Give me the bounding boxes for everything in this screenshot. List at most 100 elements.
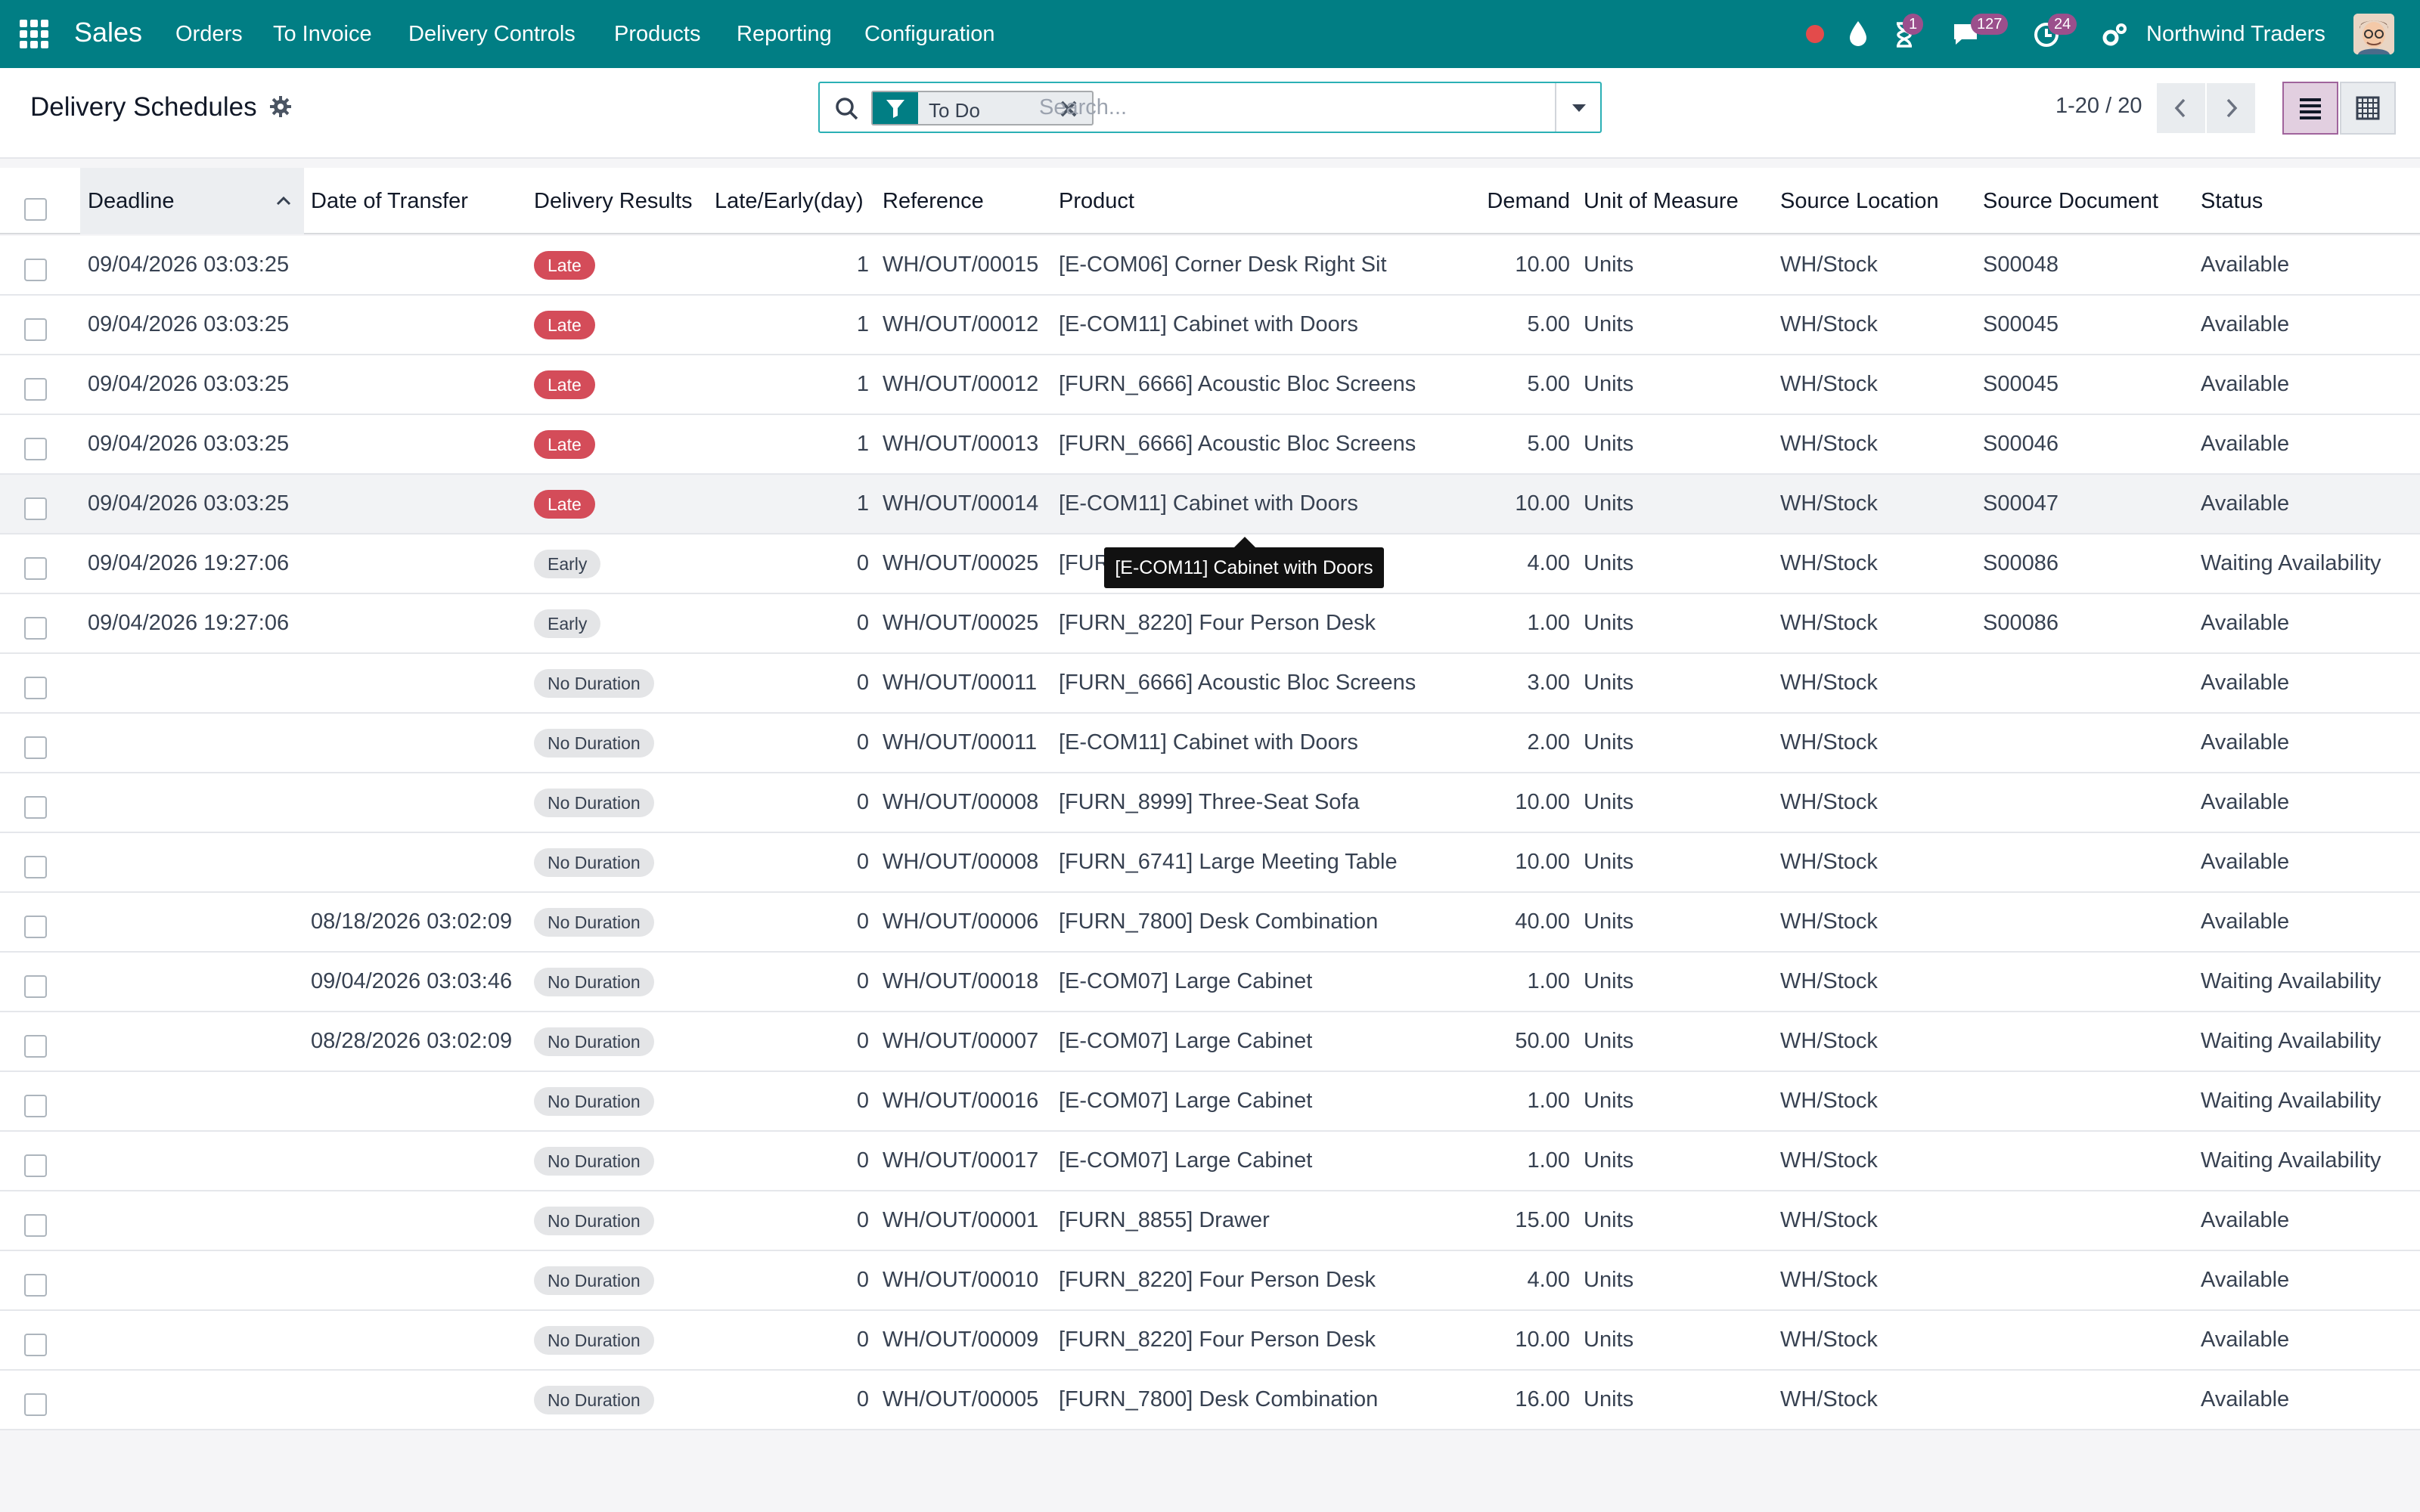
column-header-deadline[interactable]: Deadline	[80, 168, 304, 234]
cell-late-early: 0	[856, 790, 869, 814]
row-checkbox[interactable]	[24, 259, 47, 281]
row-checkbox[interactable]	[24, 1214, 47, 1237]
cell-late-early: 0	[856, 1089, 869, 1113]
cell-source-document: S00047	[1983, 491, 2059, 516]
row-checkbox[interactable]	[24, 1334, 47, 1356]
page-title[interactable]: Delivery Schedules	[30, 92, 257, 122]
table-row[interactable]: No Duration 0 WH/OUT/00001 [FURN_8855] Draw…	[0, 1191, 2420, 1251]
row-checkbox[interactable]	[24, 1095, 47, 1117]
column-header-product[interactable]: Product	[1059, 168, 1134, 234]
row-checkbox[interactable]	[24, 677, 47, 699]
app-brand[interactable]: Sales	[74, 17, 142, 48]
cell-demand: 5.00	[1527, 312, 1570, 336]
menu-to-invoice[interactable]: To Invoice	[273, 22, 372, 47]
app-menu-icon[interactable]	[20, 20, 48, 48]
column-header-status[interactable]: Status	[2201, 168, 2263, 234]
row-checkbox[interactable]	[24, 318, 47, 341]
control-panel: Delivery Schedules To Do Search... 1-20 …	[0, 68, 2420, 159]
record-indicator-icon[interactable]	[1806, 25, 1824, 43]
search-bar[interactable]: To Do	[818, 82, 1602, 133]
column-header-source-document[interactable]: Source Document	[1983, 168, 2158, 234]
row-checkbox[interactable]	[24, 497, 47, 520]
gear-icon[interactable]	[269, 95, 292, 118]
row-checkbox[interactable]	[24, 617, 47, 640]
menu-products[interactable]: Products	[614, 22, 700, 47]
cell-product: [FURN_7800] Desk Combination	[1059, 909, 1379, 934]
table-row[interactable]: 09/04/2026 03:03:25 Late 1 WH/OUT/00012 [E-C…	[0, 296, 2420, 355]
table-row[interactable]: 09/04/2026 03:03:25 Late 1 WH/OUT/00014 [E-C…	[0, 475, 2420, 534]
cell-source-location: WH/Stock	[1780, 969, 1878, 993]
list-view-button[interactable]	[2282, 82, 2338, 135]
table-row[interactable]: No Duration 0 WH/OUT/00011 [FURN_6666] Acou…	[0, 654, 2420, 714]
cell-deadline	[88, 1251, 307, 1309]
row-checkbox[interactable]	[24, 378, 47, 401]
search-input[interactable]	[1039, 92, 1531, 122]
cell-unit-of-measure: Units	[1584, 1328, 1634, 1352]
pager-value[interactable]: 1-20 / 20	[2055, 94, 2142, 119]
table-row[interactable]: 08/28/2026 03:02:09 No Duration 0 WH/OUT/00…	[0, 1012, 2420, 1072]
menu-orders[interactable]: Orders	[175, 22, 243, 47]
settings-cogs-icon[interactable]	[2101, 21, 2128, 48]
menu-configuration[interactable]: Configuration	[864, 22, 995, 47]
cell-source-document	[1983, 953, 2195, 1011]
user-avatar[interactable]	[2353, 14, 2394, 54]
table-row[interactable]: No Duration 0 WH/OUT/00008 [FURN_8999] Thre…	[0, 773, 2420, 833]
table-row[interactable]: 09/04/2026 19:27:06 Early 0 WH/OUT/00025 [FU…	[0, 594, 2420, 654]
cell-source-document	[1983, 654, 2195, 712]
menu-reporting[interactable]: Reporting	[737, 22, 832, 47]
table-row[interactable]: No Duration 0 WH/OUT/00011 [E-COM11] Cabine…	[0, 714, 2420, 773]
company-switcher[interactable]: Northwind Traders	[2146, 22, 2325, 47]
column-header-unit-of-measure[interactable]: Unit of Measure	[1584, 168, 1739, 234]
row-checkbox[interactable]	[24, 796, 47, 819]
row-checkbox[interactable]	[24, 1393, 47, 1416]
column-header-date-of-transfer[interactable]: Date of Transfer	[311, 168, 468, 234]
table-row[interactable]: No Duration 0 WH/OUT/00010 [FURN_8220] Four…	[0, 1251, 2420, 1311]
row-checkbox[interactable]	[24, 1154, 47, 1177]
search-options-toggle[interactable]	[1555, 83, 1600, 132]
cell-deadline: 09/04/2026 19:27:06	[88, 551, 290, 575]
table-row[interactable]: No Duration 0 WH/OUT/00009 [FURN_8220] Four…	[0, 1311, 2420, 1371]
cell-reference: WH/OUT/00008	[883, 850, 1039, 874]
cell-source-document	[1983, 833, 2195, 891]
select-all-checkbox[interactable]	[24, 198, 47, 221]
row-checkbox[interactable]	[24, 557, 47, 580]
cell-product: [FURN_8855] Drawer	[1059, 1208, 1270, 1232]
column-header-demand[interactable]: Demand	[1460, 168, 1570, 234]
pager-next-button[interactable]	[2207, 83, 2255, 133]
search-icon[interactable]	[833, 95, 861, 122]
table-row[interactable]: No Duration 0 WH/OUT/00008 [FURN_6741] Larg…	[0, 833, 2420, 893]
delivery-result-badge: No Duration	[534, 1326, 654, 1356]
table-row[interactable]: No Duration 0 WH/OUT/00017 [E-COM07] Large …	[0, 1132, 2420, 1191]
row-checkbox[interactable]	[24, 438, 47, 460]
row-checkbox[interactable]	[24, 1035, 47, 1058]
caret-down-icon	[1572, 104, 1586, 112]
table-row[interactable]: 09/04/2026 03:03:46 No Duration 0 WH/OUT/00…	[0, 953, 2420, 1012]
cell-late-early: 0	[856, 1387, 869, 1411]
pivot-view-button[interactable]	[2340, 82, 2396, 135]
column-header-delivery-results[interactable]: Delivery Results	[534, 168, 693, 234]
pager-previous-button[interactable]	[2157, 83, 2205, 133]
clock-badge: 24	[2048, 14, 2077, 35]
cell-source-document: S00048	[1983, 253, 2059, 277]
table-row[interactable]: 09/04/2026 03:03:25 Late 1 WH/OUT/00013 [FUR…	[0, 415, 2420, 475]
cell-delivery-result: No Duration	[534, 1132, 708, 1190]
row-checkbox[interactable]	[24, 1274, 47, 1297]
column-header-label: Deadline	[88, 189, 175, 213]
cell-delivery-result: No Duration	[534, 1371, 708, 1429]
table-row[interactable]: No Duration 0 WH/OUT/00016 [E-COM07] Large …	[0, 1072, 2420, 1132]
column-header-source-location[interactable]: Source Location	[1780, 168, 1939, 234]
row-checkbox[interactable]	[24, 736, 47, 759]
row-checkbox[interactable]	[24, 975, 47, 998]
cell-unit-of-measure: Units	[1584, 312, 1634, 336]
table-row[interactable]: No Duration 0 WH/OUT/00005 [FURN_7800] Desk…	[0, 1371, 2420, 1430]
menu-delivery-controls[interactable]: Delivery Controls	[408, 22, 576, 47]
table-row[interactable]: 09/04/2026 03:03:25 Late 1 WH/OUT/00012 [FUR…	[0, 355, 2420, 415]
row-checkbox[interactable]	[24, 856, 47, 878]
column-header-reference[interactable]: Reference	[883, 168, 984, 234]
drop-icon[interactable]	[1847, 20, 1869, 48]
table-row[interactable]: 08/18/2026 03:02:09 No Duration 0 WH/OUT/00…	[0, 893, 2420, 953]
table-row[interactable]: 09/04/2026 03:03:25 Late 1 WH/OUT/00015 [E-C…	[0, 236, 2420, 296]
row-checkbox[interactable]	[24, 916, 47, 938]
column-header-late-early[interactable]: Late/Early(day)	[715, 168, 864, 234]
cell-product: [E-COM11] Cabinet with Doors	[1059, 491, 1358, 516]
